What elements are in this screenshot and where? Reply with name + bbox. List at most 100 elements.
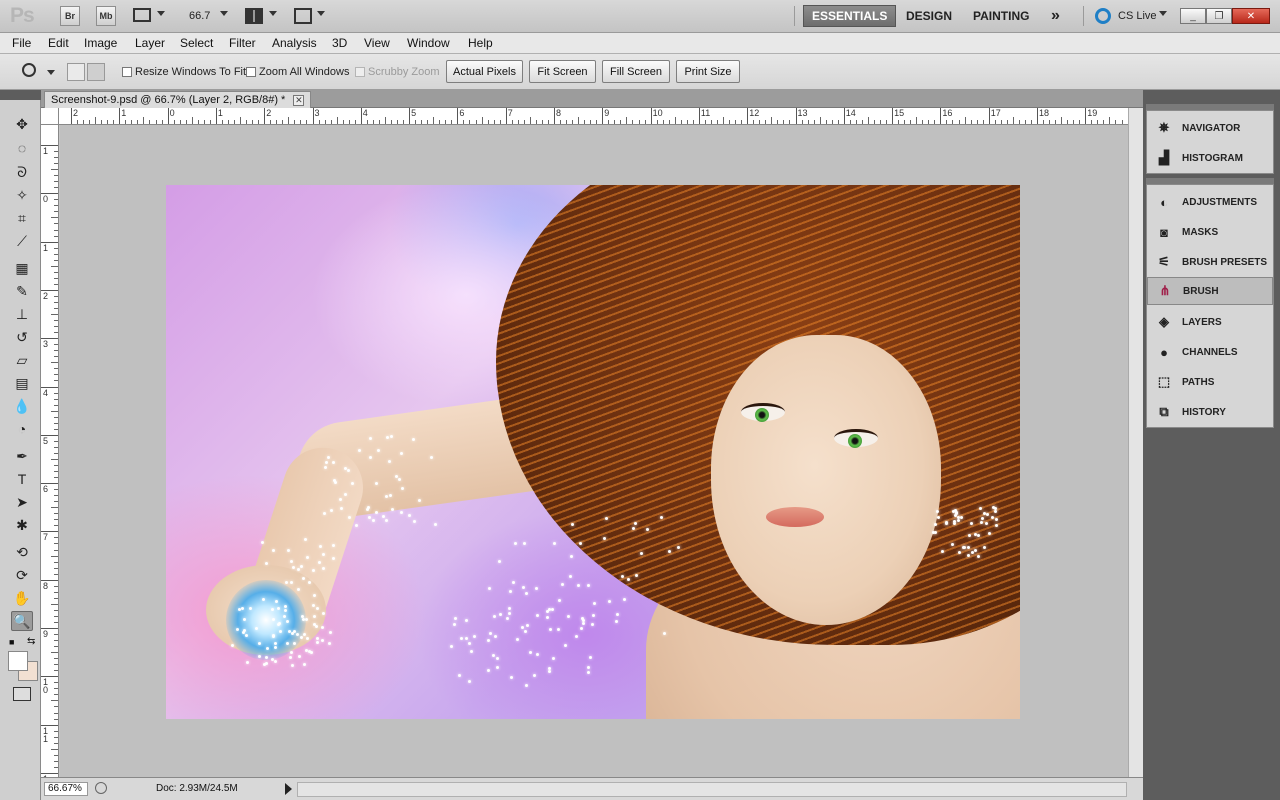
crop-tool-icon[interactable]: ⌗ xyxy=(11,208,33,228)
close-document-icon[interactable]: ✕ xyxy=(293,94,305,106)
eyedropper-tool-icon[interactable]: ⟋ xyxy=(11,231,33,251)
ruler-left-minor-tick xyxy=(54,658,58,660)
panel-brush[interactable]: ⋔ BRUSH xyxy=(1147,277,1273,305)
panel-navigator[interactable]: ✵ NAVIGATOR xyxy=(1147,114,1273,142)
restore-icon[interactable]: ❐ xyxy=(1206,8,1232,24)
default-colors-icon[interactable]: ■ xyxy=(9,637,14,647)
ruler-top-minor-tick xyxy=(1067,120,1069,124)
fit-screen-button[interactable]: Fit Screen xyxy=(529,60,596,83)
view-extras-dropdown-icon[interactable] xyxy=(157,11,165,16)
zoom-all-windows-checkbox[interactable]: Zoom All Windows xyxy=(246,66,349,78)
status-zoom-field[interactable]: 66.67% xyxy=(44,782,88,796)
menu-select[interactable]: Select xyxy=(180,36,213,50)
cs-live-icon[interactable] xyxy=(1095,8,1111,24)
menu-file[interactable]: File xyxy=(12,36,31,50)
panel-masks[interactable]: ◙ MASKS xyxy=(1147,218,1273,246)
zoom-level-dropdown-icon[interactable] xyxy=(220,11,228,16)
arrange-documents-icon[interactable] xyxy=(245,8,263,24)
panel-brush-presets[interactable]: ⚟ BRUSH PRESETS xyxy=(1147,248,1273,276)
cs-live-label[interactable]: CS Live xyxy=(1118,10,1157,22)
type-tool-icon[interactable]: T xyxy=(11,469,33,489)
document-tab[interactable]: Screenshot-9.psd @ 66.7% (Layer 2, RGB/8… xyxy=(44,91,312,108)
sparkle-dot xyxy=(231,643,235,647)
quick-selection-tool-icon[interactable]: ✧ xyxy=(11,185,33,205)
menu-layer[interactable]: Layer xyxy=(135,36,165,50)
eraser-tool-icon[interactable]: ▱ xyxy=(11,350,33,370)
minibridge-button[interactable]: Mb xyxy=(96,6,116,26)
ruler-top-minor-tick xyxy=(155,120,157,124)
gradient-tool-icon[interactable]: ▤ xyxy=(11,373,33,393)
actual-pixels-button[interactable]: Actual Pixels xyxy=(446,60,523,83)
marquee-tool-icon[interactable]: ◌ xyxy=(11,138,33,158)
screen-mode-dropdown-icon[interactable] xyxy=(317,11,325,16)
vertical-ruler[interactable]: 101234567891 01 11 2 xyxy=(41,125,59,777)
menu-3d[interactable]: 3D xyxy=(332,36,347,50)
ruler-top-minor-tick xyxy=(451,120,453,124)
panel-histogram[interactable]: ▟ HISTOGRAM xyxy=(1147,144,1273,172)
view-extras-icon[interactable] xyxy=(133,8,151,22)
zoom-tool-preset-icon[interactable] xyxy=(22,63,36,77)
menu-view[interactable]: View xyxy=(364,36,390,50)
status-menu-arrow-icon[interactable] xyxy=(285,783,292,795)
3d-rotate-tool-icon[interactable]: ⟲ xyxy=(11,542,33,562)
workspace-painting[interactable]: PAINTING xyxy=(965,5,1037,27)
vertical-scrollbar[interactable] xyxy=(1128,108,1143,777)
close-window-icon[interactable]: ✕ xyxy=(1232,8,1270,24)
arrange-dropdown-icon[interactable] xyxy=(269,11,277,16)
foreground-color-swatch[interactable] xyxy=(8,651,28,671)
shape-tool-icon[interactable]: ✱ xyxy=(11,515,33,535)
move-tool-icon[interactable]: ✥ xyxy=(11,114,33,134)
blur-tool-icon[interactable]: 💧 xyxy=(11,396,33,416)
panel-adjustments[interactable]: ◐ ADJUSTMENTS xyxy=(1147,188,1273,216)
sparkle-dot xyxy=(510,676,514,680)
hand-tool-icon[interactable]: ✋ xyxy=(11,588,33,608)
swap-colors-icon[interactable]: ⇆ xyxy=(27,636,35,647)
ruler-left-label: 5 xyxy=(43,435,49,446)
sparkle-dot xyxy=(246,661,250,665)
history-brush-tool-icon[interactable]: ↺ xyxy=(11,327,33,347)
panel-paths[interactable]: ⬚ PATHS xyxy=(1147,368,1273,396)
lasso-tool-icon[interactable]: ᘐ xyxy=(11,162,33,182)
fill-screen-button[interactable]: Fill Screen xyxy=(602,60,670,83)
brush-tool-icon[interactable]: ✎ xyxy=(11,281,33,301)
ruler-origin[interactable] xyxy=(41,108,59,125)
screen-mode-icon[interactable] xyxy=(294,8,312,24)
horizontal-ruler[interactable]: 2 1 0 1 2 3 4 5 6 7 8 9 10 11 12 13 14 15 16 17 18 19 xyxy=(59,108,1128,125)
panel-layers[interactable]: ◈ LAYERS xyxy=(1147,308,1273,336)
menu-image[interactable]: Image xyxy=(84,36,117,50)
zoom-tool-icon[interactable]: 🔍 xyxy=(11,611,33,631)
artwork-image[interactable] xyxy=(166,185,1020,719)
status-bar: 66.67% Doc: 2.93M/24.5M xyxy=(41,777,1143,800)
horizontal-scrollbar[interactable] xyxy=(297,782,1127,797)
spot-healing-tool-icon[interactable]: ▦ xyxy=(11,258,33,278)
workspace-essentials[interactable]: ESSENTIALS xyxy=(803,5,897,27)
quick-mask-icon[interactable] xyxy=(13,687,31,701)
status-options-icon[interactable] xyxy=(95,782,107,794)
sparkle-dot xyxy=(976,554,980,558)
workspace-design[interactable]: DESIGN xyxy=(898,5,960,27)
pen-tool-icon[interactable]: ✒ xyxy=(11,446,33,466)
zoom-out-icon[interactable] xyxy=(87,63,105,81)
minimize-icon[interactable]: _ xyxy=(1180,8,1206,24)
cs-live-dropdown-icon[interactable] xyxy=(1159,11,1167,16)
panel-history[interactable]: ⧉ HISTORY xyxy=(1147,398,1273,426)
more-workspaces-icon[interactable]: » xyxy=(1043,5,1068,27)
bridge-button[interactable]: Br xyxy=(60,6,80,26)
menu-help[interactable]: Help xyxy=(468,36,493,50)
menu-edit[interactable]: Edit xyxy=(48,36,69,50)
menu-analysis[interactable]: Analysis xyxy=(272,36,317,50)
zoom-level-field[interactable]: 66.7 xyxy=(189,10,210,22)
clone-stamp-tool-icon[interactable]: ⊥ xyxy=(11,304,33,324)
dodge-tool-icon[interactable]: ◔ xyxy=(11,419,33,439)
ruler-left-minor-tick xyxy=(54,718,58,720)
resize-windows-checkbox[interactable]: Resize Windows To Fit xyxy=(122,66,246,78)
3d-orbit-tool-icon[interactable]: ⟳ xyxy=(11,565,33,585)
panel-channels[interactable]: ● CHANNELS xyxy=(1147,338,1273,366)
zoom-in-icon[interactable] xyxy=(67,63,85,81)
path-selection-tool-icon[interactable]: ➤ xyxy=(11,492,33,512)
menu-filter[interactable]: Filter xyxy=(229,36,256,50)
tool-preset-dropdown-icon[interactable] xyxy=(47,70,55,75)
canvas-area[interactable] xyxy=(60,125,1128,777)
print-size-button[interactable]: Print Size xyxy=(676,60,740,83)
menu-window[interactable]: Window xyxy=(407,36,450,50)
